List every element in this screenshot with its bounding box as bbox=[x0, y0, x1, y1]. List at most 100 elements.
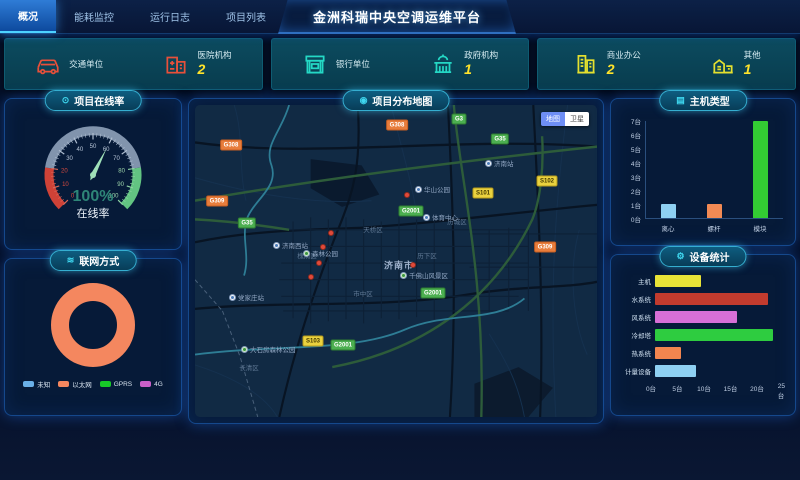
network-legend: 未知以太网GPRS4G bbox=[5, 379, 181, 389]
x-tick-label: 10台 bbox=[697, 383, 711, 393]
device-bar-track bbox=[655, 293, 783, 305]
poi-icon bbox=[485, 160, 492, 167]
poi-label: 党家庄站 bbox=[238, 292, 264, 302]
gauge-label: 在线率 bbox=[77, 206, 110, 220]
device-stats-panel: ⚙ 设备统计 主机水系统风系统冷却塔热系统计量设备 0台5台10台15台20台2… bbox=[610, 254, 796, 416]
x-tick-label: 25台 bbox=[778, 383, 790, 400]
bar-离心[interactable] bbox=[661, 204, 676, 218]
device-bar-track bbox=[655, 329, 783, 341]
project-dot-marker[interactable] bbox=[320, 244, 326, 250]
stat-label: 政府机构 bbox=[464, 50, 498, 61]
road-badge: G35 bbox=[238, 218, 256, 229]
legend-swatch bbox=[58, 381, 69, 387]
bar-模块[interactable] bbox=[753, 121, 768, 218]
map-district-label: 天桥区 bbox=[363, 224, 383, 234]
device-bar[interactable] bbox=[655, 329, 773, 341]
bar-螺杆[interactable] bbox=[707, 204, 722, 218]
stat-value: 2 bbox=[197, 61, 231, 79]
online-rate-title: 项目在线率 bbox=[74, 93, 124, 108]
online-rate-panel: ⊙ 项目在线率 0102030405060708090100100%在线率 bbox=[4, 98, 182, 250]
legend-item-未知: 未知 bbox=[23, 379, 50, 389]
nav-tab-能耗监控[interactable]: 能耗监控 bbox=[56, 0, 132, 33]
project-dot-marker[interactable] bbox=[316, 260, 322, 266]
legend-item-4G: 4G bbox=[140, 379, 163, 389]
y-tick-label: 5台 bbox=[631, 144, 641, 154]
map-canvas[interactable]: 地图卫星 济南市天桥区历城区历下区槐荫区市中区长清区G308G308G309G3… bbox=[195, 105, 597, 417]
gauge-value: 100% bbox=[73, 188, 114, 205]
device-bar[interactable] bbox=[655, 347, 681, 359]
project-dot-marker[interactable] bbox=[404, 192, 410, 198]
svg-text:80: 80 bbox=[118, 168, 125, 174]
nav-tab-项目列表[interactable]: 项目列表 bbox=[208, 0, 284, 33]
map-toggle-卫星[interactable]: 卫星 bbox=[565, 112, 589, 126]
x-tick-label: 离心 bbox=[662, 223, 675, 233]
y-tick-label: 3台 bbox=[631, 172, 641, 182]
legend-swatch bbox=[140, 381, 151, 387]
project-dot-marker[interactable] bbox=[328, 230, 334, 236]
stat-item-交通单位: 交通单位 bbox=[35, 51, 103, 77]
device-bar[interactable] bbox=[655, 365, 696, 377]
online-rate-header: ⊙ 项目在线率 bbox=[45, 90, 142, 111]
app-title: 金洲科瑞中央空调运维平台 bbox=[313, 7, 481, 26]
poi-icon bbox=[415, 186, 422, 193]
nav-tab-概况[interactable]: 概况 bbox=[0, 0, 56, 33]
stat-cards-row: 交通单位医院机构2银行单位政府机构1商业办公2其他1 bbox=[0, 34, 800, 90]
road-badge: G35 bbox=[491, 134, 509, 145]
stat-text: 医院机构2 bbox=[197, 50, 231, 78]
host-type-chart: 0台1台2台3台4台5台6台7台 离心螺杆模块 bbox=[621, 121, 785, 233]
y-tick-label: 1台 bbox=[631, 200, 641, 210]
government-icon bbox=[430, 51, 456, 77]
device-bar[interactable] bbox=[655, 311, 737, 323]
road-badge: G309 bbox=[206, 196, 228, 207]
stat-text: 政府机构1 bbox=[464, 50, 498, 78]
svg-text:60: 60 bbox=[103, 147, 110, 153]
device-row-热系统: 热系统 bbox=[619, 347, 783, 359]
map-poi-marker[interactable]: 济南站 bbox=[485, 158, 514, 168]
host-type-panel: ▤ 主机类型 0台1台2台3台4台5台6台7台 离心螺杆模块 bbox=[610, 98, 796, 246]
map-district-label: 市中区 bbox=[353, 288, 373, 298]
project-dot-marker[interactable] bbox=[308, 274, 314, 280]
svg-text:10: 10 bbox=[62, 182, 69, 188]
road-badge: G308 bbox=[386, 120, 408, 131]
stat-text: 其他1 bbox=[744, 50, 761, 78]
stat-card: 交通单位 医院机构2 bbox=[4, 38, 263, 90]
nav-tab-运行日志[interactable]: 运行日志 bbox=[132, 0, 208, 33]
device-row-计量设备: 计量设备 bbox=[619, 365, 783, 377]
x-tick-label: 15台 bbox=[724, 383, 738, 393]
map-district-label: 历下区 bbox=[417, 250, 437, 260]
device-stats-title: 设备统计 bbox=[690, 249, 730, 264]
device-category-label: 水系统 bbox=[619, 294, 655, 304]
x-tick-label: 模块 bbox=[754, 223, 767, 233]
x-tick-label: 20台 bbox=[750, 383, 764, 393]
poi-icon bbox=[303, 250, 310, 257]
legend-swatch bbox=[23, 381, 34, 387]
map-poi-marker[interactable]: 党家庄站 bbox=[229, 292, 264, 302]
stat-label: 医院机构 bbox=[197, 50, 231, 61]
device-bar[interactable] bbox=[655, 275, 701, 287]
location-icon: ◉ bbox=[360, 95, 368, 106]
map-district-label: 长清区 bbox=[239, 362, 259, 372]
x-tick-label: 5台 bbox=[672, 383, 682, 393]
map-poi-marker[interactable]: 华山公园 bbox=[415, 184, 450, 194]
project-dot-marker[interactable] bbox=[410, 262, 416, 268]
stat-card: 商业办公2其他1 bbox=[537, 38, 796, 90]
stat-item-其他: 其他1 bbox=[710, 50, 761, 78]
poi-label: 济南站 bbox=[494, 158, 514, 168]
poi-label: 大石房森林公园 bbox=[250, 344, 296, 354]
navbar: 概况能耗监控运行日志项目列表视频监控 金洲科瑞中央空调运维平台 bbox=[0, 0, 800, 34]
legend-label: 以太网 bbox=[72, 379, 92, 389]
map-satellite-toggle: 地图卫星 bbox=[541, 112, 589, 126]
map-poi-marker[interactable]: 体育中心 bbox=[423, 212, 458, 222]
map-poi-marker[interactable]: 大石房森林公园 bbox=[241, 344, 296, 354]
device-category-label: 冷却塔 bbox=[619, 330, 655, 340]
road-badge: G2001 bbox=[330, 340, 355, 351]
stat-item-医院机构: 医院机构2 bbox=[163, 50, 231, 78]
device-row-风系统: 风系统 bbox=[619, 311, 783, 323]
device-bar[interactable] bbox=[655, 293, 768, 305]
road-badge: G309 bbox=[534, 242, 556, 253]
network-type-header: ≋ 联网方式 bbox=[50, 250, 137, 271]
y-tick-label: 4台 bbox=[631, 158, 641, 168]
device-bar-track bbox=[655, 275, 783, 287]
map-toggle-地图[interactable]: 地图 bbox=[541, 112, 565, 126]
map-poi-marker[interactable]: 千佛山风景区 bbox=[400, 270, 448, 280]
